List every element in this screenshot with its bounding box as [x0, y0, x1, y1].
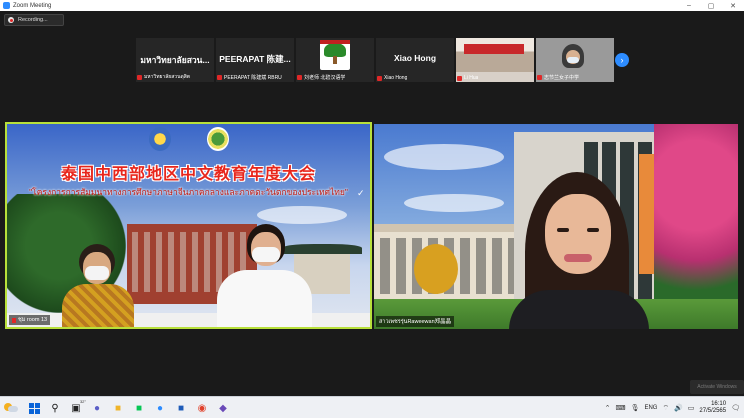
line-icon[interactable]: ■: [131, 400, 147, 416]
participant-tile[interactable]: Xiao Hong Xiao Hong: [376, 38, 454, 82]
chevron-up-icon[interactable]: ⌃: [605, 404, 611, 412]
cloud: [404, 194, 504, 212]
participant-name-large: มหาวิทยาลัยสวน...: [140, 55, 210, 65]
main-video-right[interactable]: สาวเพชรรุ่นRaweewan郑晶晶: [374, 124, 738, 329]
cloud: [257, 206, 347, 224]
chrome-icon[interactable]: ◉: [194, 400, 210, 416]
cloud: [384, 144, 504, 170]
zoom-app-icon: [3, 2, 10, 9]
record-icon: [8, 17, 14, 23]
background-tree: [414, 244, 458, 294]
zoom-icon[interactable]: ●: [152, 400, 168, 416]
participant-caption: 志节兰女子中学: [537, 74, 579, 81]
maximize-icon[interactable]: ▢: [700, 0, 722, 11]
participant-tile[interactable]: มหาวิทยาลัยสวน... มหาวิทยาลัยสวนดุสิต: [136, 38, 214, 82]
mic-muted-icon: [217, 75, 222, 80]
participant-name-large: Xiao Hong: [393, 53, 437, 63]
participant-caption: 刘老师 北碧汉语学: [297, 74, 345, 81]
chat-icon[interactable]: ●: [89, 400, 105, 416]
participant-tile[interactable]: PEERAPAT 陈建... PEERAPAT 陈建斌 RBRU: [216, 38, 294, 82]
participant-name-large: PEERAPAT 陈建...: [219, 54, 291, 64]
participant-caption-text: มหาวิทยาลัยสวนดุสิต: [144, 74, 191, 80]
participant-tile[interactable]: 刘老师 北碧汉语学: [296, 38, 374, 82]
mic-muted-icon: [12, 317, 16, 323]
zoom-meeting-window: Zoom Meeting – ▢ ✕ Recording... มหาวิทยา…: [0, 0, 744, 418]
mic-muted-icon: [537, 75, 542, 80]
video-name-text: ชุม room 13: [18, 317, 48, 323]
window-title: Zoom Meeting: [13, 2, 52, 9]
banner-title-thai: "โครงการการสัมมนาทางการศึกษาภาษาจีนภาคกล…: [29, 187, 348, 197]
minimize-icon[interactable]: –: [678, 0, 700, 11]
taskbar-apps: ⚲ ▣ 32° ● ■ ■ ● ■ ◉ ◆: [26, 399, 231, 416]
emblem-icon: [207, 127, 229, 151]
school-logo-icon: [320, 40, 350, 70]
emblem-icon: [149, 127, 171, 151]
mic-muted-icon: [457, 75, 462, 81]
language-indicator[interactable]: ENG: [644, 405, 657, 411]
recording-label: Recording...: [18, 17, 48, 23]
mic-muted-icon: [137, 74, 142, 80]
main-video-left[interactable]: 泰国中西部地区中文教育年度大会 "โครงการการสัมมนาทางการศ…: [5, 122, 372, 329]
participant-tile[interactable]: Li Hua: [456, 38, 534, 82]
participant-caption-text: PEERAPAT 陈建斌 RBRU: [224, 75, 282, 81]
word-icon[interactable]: ■: [173, 400, 189, 416]
chevron-right-icon: ›: [620, 55, 624, 65]
video-name-text: สาวเพชรรุ่นRaweewan郑晶晶: [379, 319, 452, 325]
wifi-icon[interactable]: ⌔: [662, 404, 669, 413]
task-view-icon[interactable]: ▣ 32°: [68, 399, 86, 416]
battery-icon[interactable]: ▭: [688, 404, 695, 412]
clock-time: 16:10: [711, 401, 727, 407]
participant-mask: [567, 57, 579, 63]
video-name-tag: สาวเพชรรุ่นRaweewan郑晶晶: [376, 316, 455, 327]
participant-caption: PEERAPAT 陈建斌 RBRU: [217, 74, 282, 81]
recording-indicator[interactable]: Recording...: [4, 14, 64, 26]
participant-caption-text: 志节兰女子中学: [544, 75, 580, 81]
system-tray: ⌃ ⌨ 🎙 ENG ⌔ 🔊 ▭ 16:10 27/5/2565 🗨: [605, 399, 740, 417]
clock-date: 27/5/2565: [699, 408, 727, 414]
video-name-tag: ชุม room 13: [9, 315, 51, 325]
window-controls: – ▢ ✕: [678, 0, 744, 11]
volume-icon[interactable]: 🔊: [674, 404, 683, 412]
participant-caption-text: 刘老师 北碧汉语学: [304, 75, 346, 81]
participant-caption: มหาวิทยาลัยสวนดุสิต: [137, 73, 190, 81]
microphone-icon[interactable]: 🎙: [631, 404, 640, 412]
participant-caption: Li Hua: [457, 75, 478, 81]
start-icon[interactable]: [26, 400, 42, 416]
classroom-video: [456, 38, 534, 72]
file-explorer-icon[interactable]: ■: [110, 400, 126, 416]
next-page-button[interactable]: ›: [615, 53, 629, 67]
activation-watermark: Activate Windows: [690, 380, 744, 394]
participant-caption: Xiao Hong: [377, 75, 407, 81]
participant-person: [509, 172, 649, 329]
mic-muted-icon: [377, 75, 382, 81]
app-icon[interactable]: ◆: [215, 400, 231, 416]
close-icon[interactable]: ✕: [722, 0, 744, 11]
weather-icon[interactable]: [4, 402, 18, 414]
mic-muted-icon: [297, 75, 302, 80]
participant-caption-text: Xiao Hong: [384, 75, 408, 81]
participant-caption-text: Li Hua: [464, 75, 479, 81]
clock[interactable]: 16:10 27/5/2565: [699, 401, 726, 415]
keyboard-icon[interactable]: ⌨: [615, 404, 625, 412]
weather-temp: 32°: [79, 399, 86, 404]
notification-icon[interactable]: 🗨: [731, 404, 740, 412]
search-icon[interactable]: ⚲: [47, 400, 63, 416]
checkmark-icon: ✓: [357, 188, 365, 198]
banner-title-chinese: 泰国中西部地区中文教育年度大会: [60, 166, 316, 183]
logo-ribbon: [320, 40, 350, 44]
speaker-person-left: [62, 244, 134, 327]
title-bar: Zoom Meeting – ▢ ✕: [0, 0, 744, 11]
speaker-person-right: [217, 224, 312, 327]
taskbar: ⚲ ▣ 32° ● ■ ■ ● ■ ◉ ◆ ⌃ ⌨ 🎙 ENG ⌔ 🔊 ▭ 16:…: [0, 396, 744, 418]
participant-strip: มหาวิทยาลัยสวน... มหาวิทยาลัยสวนดุสิต PE…: [136, 38, 614, 82]
participant-tile[interactable]: 志节兰女子中学: [536, 38, 614, 82]
